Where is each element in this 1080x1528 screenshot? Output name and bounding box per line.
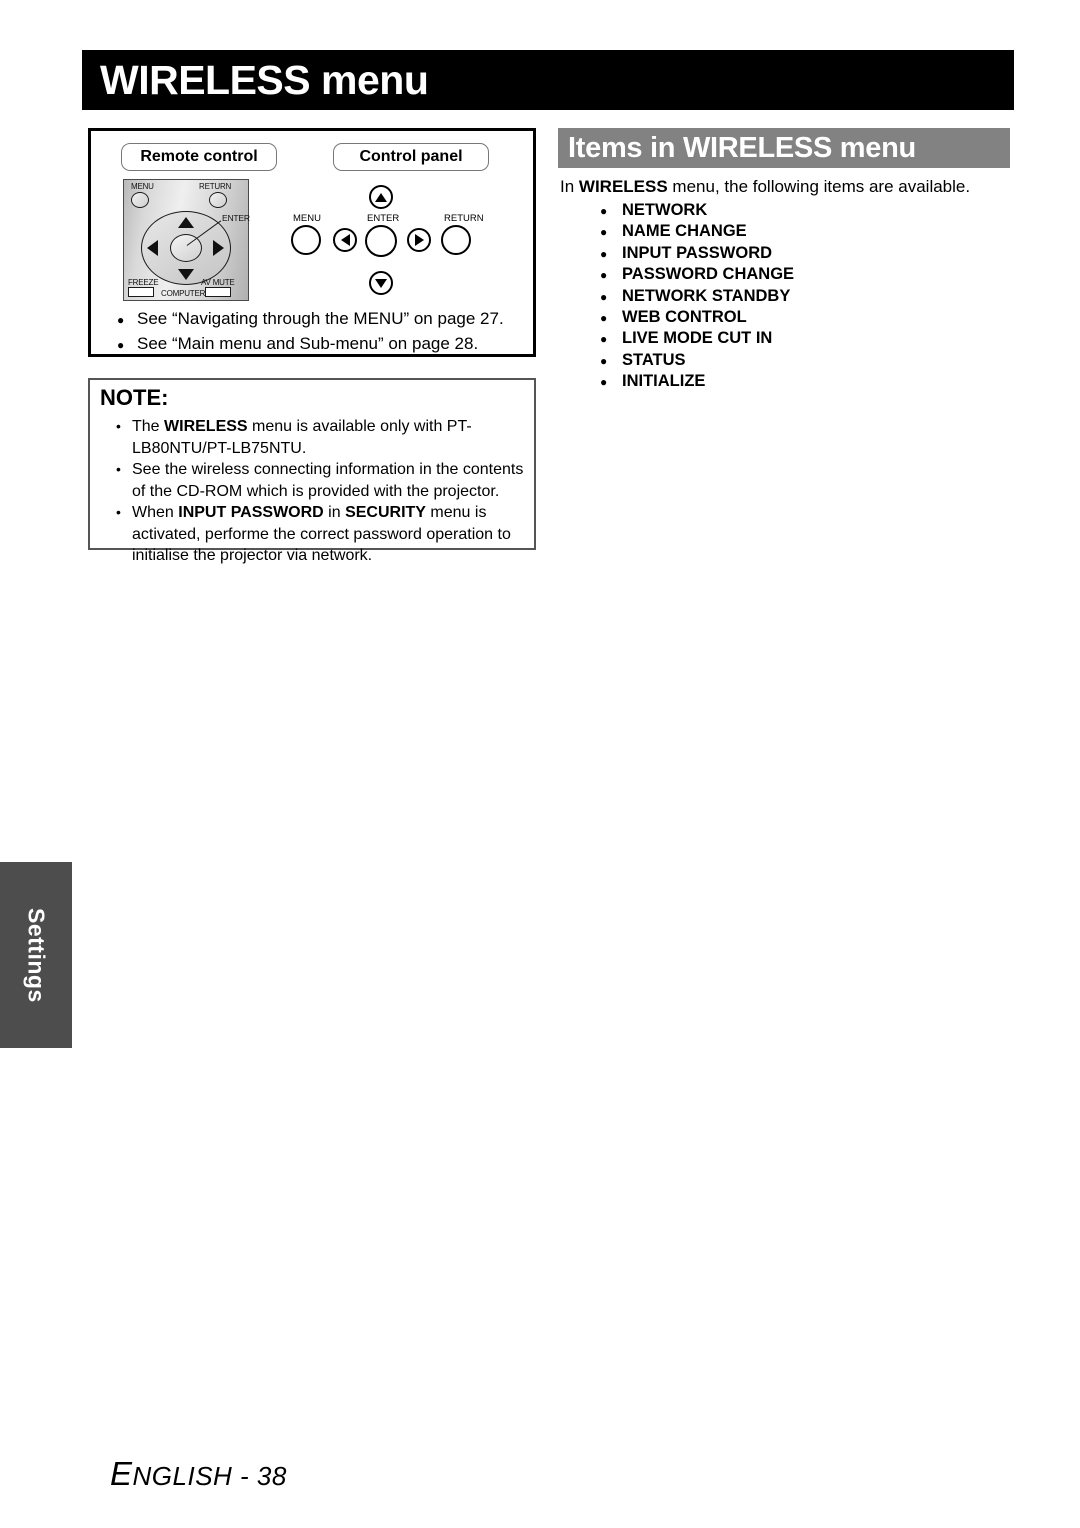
panel-menu-label: MENU xyxy=(293,213,321,224)
panel-down-button[interactable] xyxy=(369,271,393,295)
list-item: ● See “Main menu and Sub-menu” on page 2… xyxy=(117,332,517,357)
panel-return-button[interactable] xyxy=(441,225,471,255)
note-text: See the wireless connecting information … xyxy=(132,461,524,500)
left-arrow-icon xyxy=(340,234,350,246)
page-title-bar: WIRELESS menu xyxy=(82,50,1014,110)
section-tab-settings: Settings xyxy=(0,862,72,1048)
wireless-menu-item-label: NETWORK xyxy=(622,201,708,219)
remote-menu-button[interactable] xyxy=(131,192,149,208)
remote-enter-label: ENTER xyxy=(222,213,250,223)
down-arrow-icon xyxy=(375,278,387,288)
footer-text: NGLISH - 38 xyxy=(132,1461,287,1491)
remote-avmute-button[interactable] xyxy=(205,287,231,297)
see-also-text: See “Main menu and Sub-menu” on page 28. xyxy=(137,334,479,353)
bullet-icon: ● xyxy=(600,375,608,390)
page-footer: ENGLISH - 38 xyxy=(110,1455,287,1493)
note-text: When INPUT PASSWORD in SECURITY menu is … xyxy=(132,504,511,564)
bullet-icon: • xyxy=(116,418,121,434)
items-section-header: Items in WIRELESS menu xyxy=(558,128,1010,168)
control-panel-label-pill: Control panel xyxy=(333,143,489,171)
remote-right-arrow-icon[interactable] xyxy=(213,240,224,256)
remote-up-arrow-icon[interactable] xyxy=(178,217,194,228)
panel-menu-button[interactable] xyxy=(291,225,321,255)
page-title: WIRELESS menu xyxy=(82,56,429,103)
remote-computer-label: COMPUTER xyxy=(161,289,206,298)
remote-return-label: RETURN xyxy=(199,182,232,191)
section-tab-label: Settings xyxy=(23,907,50,1003)
list-item: • See the wireless connecting informatio… xyxy=(116,459,528,502)
bullet-icon: • xyxy=(116,504,121,520)
diagram-panel: Remote control Control panel MENU RETURN… xyxy=(88,128,536,357)
wireless-menu-item-label: NETWORK STANDBY xyxy=(622,286,791,305)
bullet-icon: ● xyxy=(600,268,608,283)
panel-right-button[interactable] xyxy=(407,228,431,252)
wireless-menu-items-list: ● NETWORK ● NAME CHANGE ● INPUT PASSWORD ● PASS… xyxy=(600,200,1020,393)
wireless-menu-item-label: INPUT PASSWORD xyxy=(622,243,773,262)
note-list: • The WIRELESS menu is available only wi… xyxy=(116,416,528,567)
bullet-icon: ● xyxy=(600,204,608,218)
wireless-menu-item-label: INITIALIZE xyxy=(622,372,706,391)
wireless-menu-item-label: NAME CHANGE xyxy=(622,222,747,241)
up-arrow-icon xyxy=(375,192,387,202)
items-section-title: Items in WIRELESS menu xyxy=(568,131,916,164)
bullet-icon: ● xyxy=(117,338,125,352)
wireless-menu-item: ● STATUS xyxy=(600,350,1020,371)
panel-enter-button[interactable] xyxy=(365,225,397,257)
wireless-menu-item-label: LIVE MODE CUT IN xyxy=(622,329,773,348)
list-item: • When INPUT PASSWORD in SECURITY menu i… xyxy=(116,502,528,567)
remote-return-button[interactable] xyxy=(209,192,227,208)
panel-up-button[interactable] xyxy=(369,185,393,209)
bullet-icon: ● xyxy=(600,246,608,261)
wireless-menu-item-label: STATUS xyxy=(622,350,686,369)
wireless-menu-item: ● NAME CHANGE xyxy=(600,221,1020,242)
remote-control-illustration: MENU RETURN ENTER FREEZE AV MUTE COMPUTE… xyxy=(123,179,250,301)
remote-freeze-button[interactable] xyxy=(128,287,154,297)
panel-return-label: RETURN xyxy=(444,213,484,224)
panel-enter-label: ENTER xyxy=(367,213,400,224)
footer-lead-letter: E xyxy=(110,1455,133,1492)
wireless-menu-item: ● NETWORK STANDBY xyxy=(600,286,1020,307)
remote-menu-label: MENU xyxy=(131,182,154,191)
wireless-menu-item-label: PASSWORD CHANGE xyxy=(622,265,795,284)
note-box: NOTE: • The WIRELESS menu is available o… xyxy=(88,378,536,564)
list-item: • The WIRELESS menu is available only wi… xyxy=(116,416,528,459)
remote-freeze-label: FREEZE xyxy=(128,278,159,287)
bullet-icon: ● xyxy=(600,353,608,368)
page-title-spacer xyxy=(310,57,321,103)
bullet-icon: ● xyxy=(600,311,608,326)
remote-down-arrow-icon[interactable] xyxy=(178,269,194,280)
panel-left-button[interactable] xyxy=(333,228,357,252)
remote-avmute-label: AV MUTE xyxy=(201,278,235,287)
remote-left-arrow-icon[interactable] xyxy=(147,240,158,256)
see-also-list: ● See “Navigating through the MENU” on p… xyxy=(117,307,517,357)
wireless-menu-item-label: WEB CONTROL xyxy=(622,308,747,327)
bullet-icon: ● xyxy=(600,289,608,304)
control-panel-illustration: MENU ENTER RETURN xyxy=(289,179,499,301)
note-heading: NOTE: xyxy=(100,385,169,410)
page-title-rest: menu xyxy=(321,56,429,103)
list-item: ● See “Navigating through the MENU” on p… xyxy=(117,307,517,332)
wireless-menu-item: ● INITIALIZE xyxy=(600,371,1020,392)
wireless-menu-item: ● WEB CONTROL xyxy=(600,307,1020,328)
note-text: The WIRELESS menu is available only with… xyxy=(132,418,472,457)
wireless-menu-item: ● NETWORK xyxy=(600,200,1020,221)
bullet-icon: • xyxy=(116,461,121,477)
see-also-text: See “Navigating through the MENU” on pag… xyxy=(137,309,504,328)
bullet-icon: ● xyxy=(117,313,125,327)
items-intro-text: In WIRELESS menu, the following items ar… xyxy=(560,177,971,196)
wireless-menu-item: ● INPUT PASSWORD xyxy=(600,243,1020,264)
bullet-icon: ● xyxy=(600,332,608,347)
wireless-menu-item: ● PASSWORD CHANGE xyxy=(600,264,1020,285)
right-arrow-icon xyxy=(414,234,424,246)
remote-control-label-pill: Remote control xyxy=(121,143,277,171)
bullet-icon: ● xyxy=(600,225,608,240)
page-title-bold: WIRELESS xyxy=(100,56,311,103)
wireless-menu-item: ● LIVE MODE CUT IN xyxy=(600,328,1020,349)
